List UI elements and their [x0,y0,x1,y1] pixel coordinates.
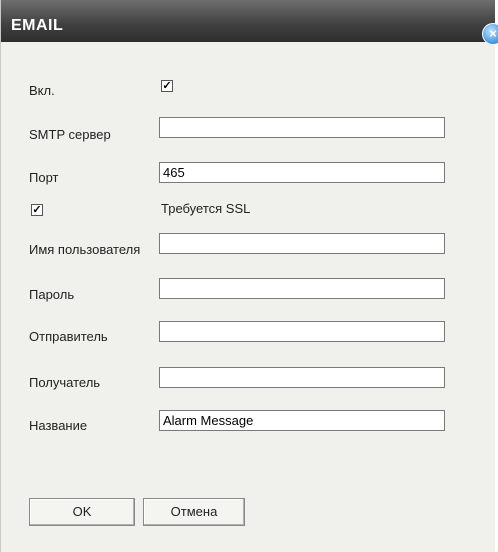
port-label: Порт [29,170,59,185]
port-input[interactable] [159,162,445,183]
enable-checkbox[interactable]: ✓ [161,80,173,92]
password-label: Пароль [29,287,75,302]
username-input[interactable] [159,233,445,254]
dialog-title: EMAIL [11,17,64,34]
ssl-checkbox[interactable]: ✓ [31,204,43,216]
subject-input[interactable] [159,410,445,431]
ok-button[interactable]: OK [29,498,135,526]
smtp-server-label: SMTP сервер [29,127,111,142]
recipient-input[interactable] [159,367,445,388]
smtp-server-input[interactable] [159,117,445,138]
close-icon[interactable]: × [482,23,498,45]
username-label: Имя пользователя [29,242,141,257]
subject-label: Название [29,418,88,433]
recipient-label: Получатель [29,375,101,390]
ssl-label: Требуется SSL [161,201,251,216]
password-input[interactable] [159,278,445,299]
sender-input[interactable] [159,321,445,342]
title-bar: EMAIL [1,0,495,42]
cancel-button[interactable]: Отмена [143,498,245,526]
sender-label: Отправитель [29,329,108,344]
email-dialog: EMAIL × Вкл. ✓ SMTP сервер Порт ✓ Требуе… [0,0,498,552]
enable-label: Вкл. [29,83,55,98]
